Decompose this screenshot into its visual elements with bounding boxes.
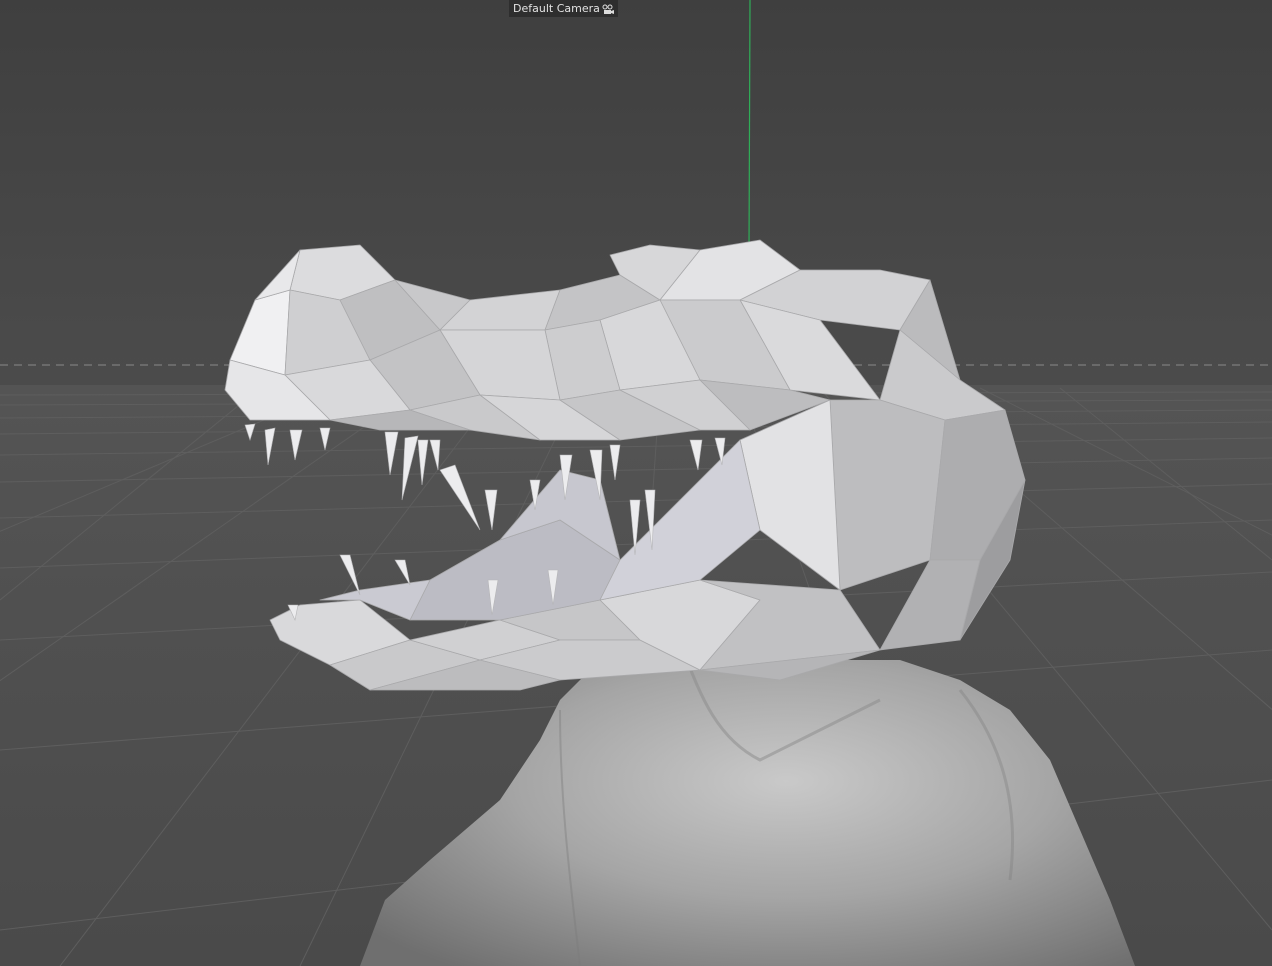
viewport-scene[interactable]	[0, 0, 1272, 966]
camera-icon	[602, 3, 614, 15]
3d-viewport[interactable]: Default Camera	[0, 0, 1272, 966]
y-axis-line	[748, 0, 751, 251]
camera-selector[interactable]: Default Camera	[509, 0, 618, 17]
camera-label-text: Default Camera	[513, 2, 600, 15]
